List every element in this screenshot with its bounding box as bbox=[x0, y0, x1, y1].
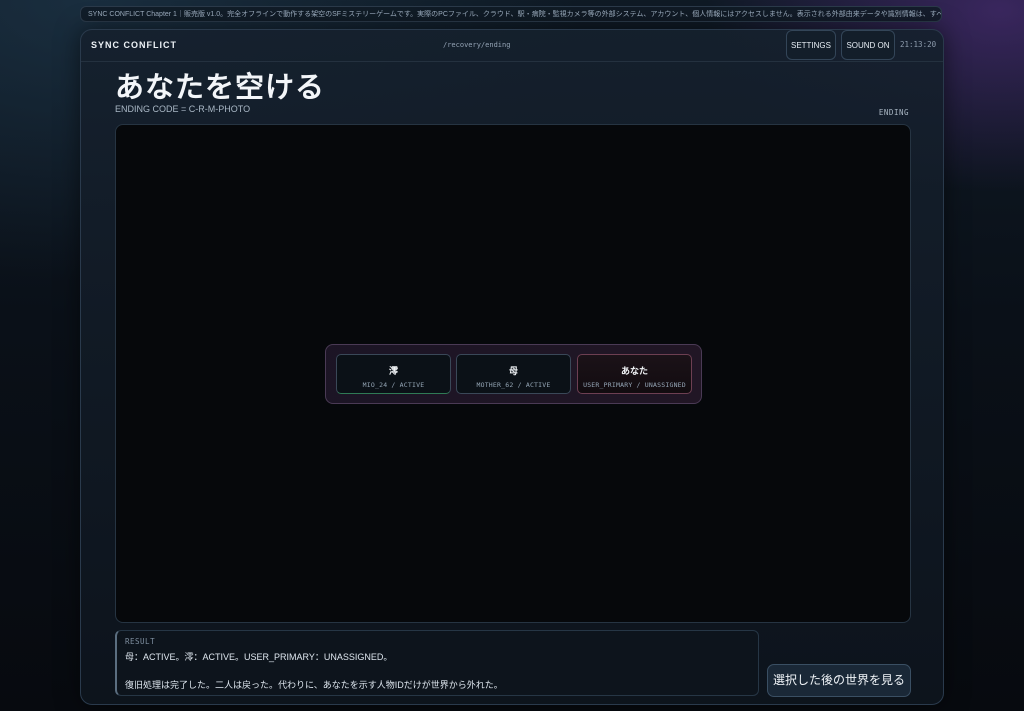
ending-label: ENDING bbox=[878, 108, 909, 117]
clock: 21:13:20 bbox=[900, 40, 937, 49]
character-card-row: 澪 MIO_24 / ACTIVE 母 MOTHER_62 / ACTIVE あ… bbox=[325, 344, 702, 404]
page-title: あなたを空ける bbox=[115, 72, 326, 104]
app-window: SYNC CONFLICT /recovery/ending SETTINGS … bbox=[80, 29, 944, 705]
result-panel: RESULT 母：ACTIVE。澪：ACTIVE。USER_PRIMARY：UN… bbox=[115, 630, 759, 696]
character-status: USER_PRIMARY / UNASSIGNED bbox=[583, 381, 686, 389]
result-narrative-line: 復旧処理は完了した。二人は戻った。代わりに、あなたを示す人物IDだけが世界から外… bbox=[125, 680, 503, 690]
app-title: SYNC CONFLICT bbox=[91, 40, 177, 50]
character-status: MOTHER_62 / ACTIVE bbox=[476, 381, 551, 389]
view-world-after-button[interactable]: 選択した後の世界を見る bbox=[767, 664, 911, 697]
character-card-user[interactable]: あなた USER_PRIMARY / UNASSIGNED bbox=[577, 354, 692, 394]
character-card-mother[interactable]: 母 MOTHER_62 / ACTIVE bbox=[456, 354, 571, 394]
ending-stage: 澪 MIO_24 / ACTIVE 母 MOTHER_62 / ACTIVE あ… bbox=[115, 124, 911, 623]
result-label: RESULT bbox=[125, 637, 156, 646]
title-bar: SYNC CONFLICT /recovery/ending SETTINGS … bbox=[81, 30, 943, 62]
character-status: MIO_24 / ACTIVE bbox=[362, 381, 425, 389]
character-name: 澪 bbox=[388, 366, 398, 376]
ending-code: ENDING CODE = C-R-M-PHOTO bbox=[115, 104, 251, 114]
result-status-line: 母：ACTIVE。澪：ACTIVE。USER_PRIMARY：UNASSIGNE… bbox=[125, 652, 393, 662]
character-name: 母 bbox=[508, 366, 518, 376]
character-name: あなた bbox=[620, 366, 648, 376]
route-path: /recovery/ending bbox=[443, 41, 511, 49]
disclaimer-banner: SYNC CONFLICT Chapter 1｜販売版 v1.0。完全オフライン… bbox=[80, 6, 942, 22]
character-card-mio[interactable]: 澪 MIO_24 / ACTIVE bbox=[336, 354, 451, 394]
settings-button[interactable]: SETTINGS bbox=[786, 30, 836, 60]
sound-toggle-button[interactable]: SOUND ON bbox=[841, 30, 895, 60]
